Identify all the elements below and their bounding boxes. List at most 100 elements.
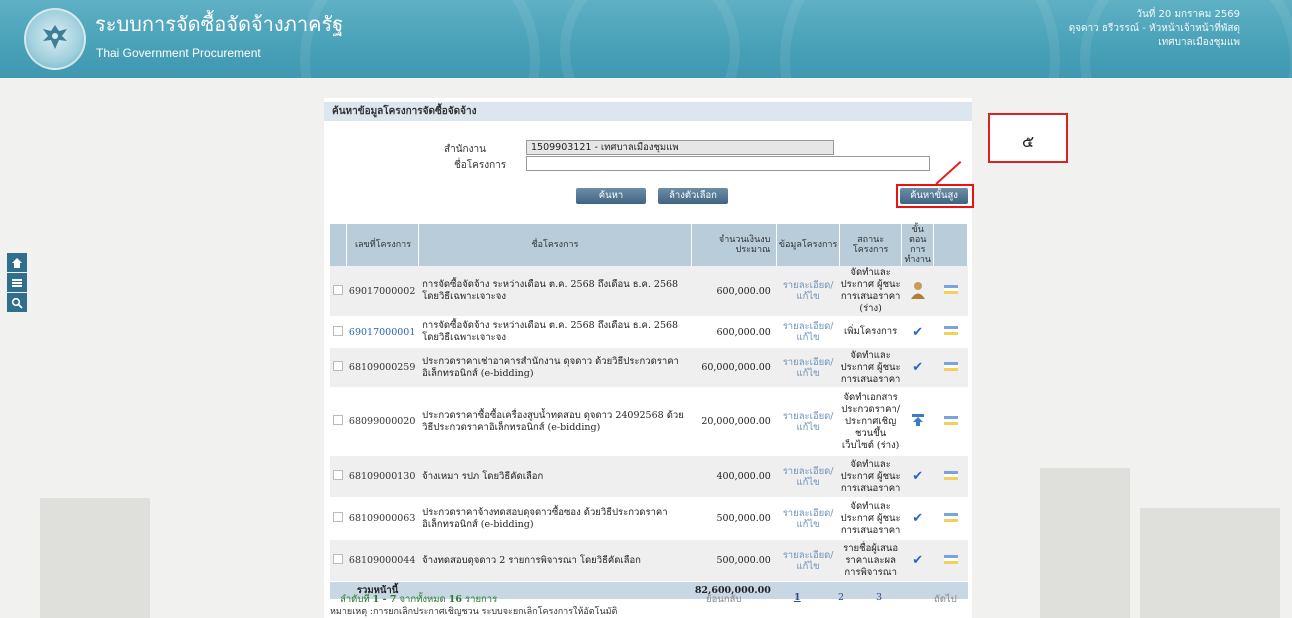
row-checkbox[interactable]	[333, 554, 344, 564]
page-2[interactable]: 2	[838, 592, 844, 603]
step-person-icon[interactable]	[901, 266, 934, 317]
page-3[interactable]: 3	[876, 592, 882, 603]
project-status: จัดทำเอกสารประกวดราคา/ประกาศเชิญชวนขึ้นเ…	[839, 387, 902, 456]
background-decoration	[40, 498, 150, 618]
background-decoration	[1140, 508, 1280, 618]
user-name: ดุจดาว ธรีวรรณ์ - หัวหน้าเจ้าหน้าที่พัสด…	[1068, 23, 1240, 34]
row-checkbox[interactable]	[333, 415, 344, 425]
project-number: 68109000063	[346, 497, 419, 540]
project-status: จัดทำและประกาศ ผู้ชนะการเสนอราคา	[839, 347, 902, 388]
header-status: สถานะโครงการ	[839, 224, 903, 266]
search-button[interactable]: ค้นหา	[576, 188, 646, 204]
search-panel: ค้นหาข้อมูลโครงการจัดซื้อจัดจ้าง สำนักงา…	[324, 98, 972, 618]
site-title-thai: ระบบการจัดซื้อจัดจ้างภาครัฐ	[95, 12, 344, 36]
edit-icon[interactable]	[943, 470, 958, 480]
detail-edit-link[interactable]: รายละเอียด/แก้ไข	[776, 539, 840, 582]
edit-icon[interactable]	[943, 285, 958, 294]
project-name: จ้างเหมา รปภ โดยวิธีคัดเลือก	[418, 455, 692, 498]
check-icon[interactable]: ✔	[912, 469, 923, 484]
project-name: จ้างทดสอบดุจดาว 2 รายการพิจารณา โดยวิธีค…	[418, 539, 692, 582]
project-number: 68099000020	[346, 387, 419, 456]
project-name: ประกวดราคาซื้อซื้อเครื่องสูบน้ำทดสอบ ดุจ…	[418, 387, 692, 456]
upload-icon[interactable]	[901, 387, 934, 456]
header-edit	[933, 224, 968, 266]
project-name-input[interactable]	[526, 156, 930, 171]
background-decoration	[1040, 468, 1130, 618]
row-checkbox[interactable]	[333, 325, 344, 336]
project-budget: 20,000,000.00	[691, 387, 777, 456]
detail-edit-link[interactable]: รายละเอียด/แก้ไข	[776, 455, 840, 498]
check-icon[interactable]: ✔	[912, 360, 923, 375]
project-status: จัดทำและประกาศ ผู้ชนะการเสนอราคา (ร่าง)	[839, 266, 902, 317]
table-row: 68109000130 จ้างเหมา รปภ โดยวิธีคัดเลือก…	[330, 455, 968, 498]
project-name: ประกวดราคาจ้างทดสอบดุจดาวซื้อซอง ด้วยวิธ…	[418, 497, 692, 540]
check-icon[interactable]: ✔	[912, 325, 923, 340]
user-info: วันที่ 20 มกราคม 2569 ดุจดาว ธรีวรรณ์ - …	[1069, 8, 1240, 50]
edit-icon[interactable]	[943, 512, 958, 522]
header-info: ข้อมูลโครงการ	[776, 224, 840, 266]
project-budget: 400,000.00	[691, 455, 777, 498]
detail-edit-link[interactable]: รายละเอียด/แก้ไข	[776, 266, 840, 317]
project-number-link[interactable]: 69017000001	[346, 316, 419, 348]
row-checkbox[interactable]	[333, 284, 344, 295]
prev-page[interactable]: ย้อนกลับ	[706, 592, 741, 607]
project-number: 69017000002	[346, 266, 419, 317]
site-header: ระบบการจัดซื้อจัดจ้างภาครัฐ Thai Governm…	[0, 0, 1292, 78]
search-icon[interactable]	[7, 293, 27, 312]
project-budget: 600,000.00	[691, 266, 777, 317]
project-table: เลขที่โครงการ ชื่อโครงการ จำนวนเงินงบประ…	[330, 224, 968, 600]
row-checkbox[interactable]	[333, 470, 344, 480]
project-number: 68109000259	[346, 347, 419, 388]
edit-icon[interactable]	[943, 415, 958, 425]
project-status: รายชื่อผู้เสนอราคาและผลการพิจารณา	[839, 539, 902, 582]
row-checkbox[interactable]	[333, 512, 344, 522]
header-project-name: ชื่อโครงการ	[418, 224, 693, 266]
office-label: สำนักงาน	[444, 144, 486, 155]
edit-icon[interactable]	[943, 326, 958, 335]
table-row: 69017000001 การจัดซื้อจัดจ้าง ระหว่างเดื…	[330, 316, 968, 348]
header-step: ขั้นตอนการทำงาน	[901, 224, 935, 266]
edit-icon[interactable]	[943, 554, 958, 564]
project-name: การจัดซื้อจัดจ้าง ระหว่างเดือน ต.ค. 2568…	[418, 266, 692, 317]
project-budget: 600,000.00	[691, 316, 777, 348]
table-row: 68109000259 ประกวดราคาเช่าอาคารสำนักงาน …	[330, 347, 968, 388]
project-name-label: ชื่อโครงการ	[454, 160, 507, 171]
project-budget: 500,000.00	[691, 497, 777, 540]
quick-toolbar	[7, 253, 27, 313]
project-status: จัดทำและประกาศ ผู้ชนะการเสนอราคา	[839, 455, 902, 498]
detail-edit-link[interactable]: รายละเอียด/แก้ไข	[776, 387, 840, 456]
clear-button[interactable]: ล้างตัวเลือก	[658, 188, 728, 204]
site-title-english: Thai Government Procurement	[96, 46, 261, 60]
table-row: 69017000002 การจัดซื้อจัดจ้าง ระหว่างเดื…	[330, 266, 968, 317]
project-number: 68109000044	[346, 539, 419, 582]
section-title: ค้นหาข้อมูลโครงการจัดซื้อจัดจ้าง	[324, 102, 972, 121]
table-row: 68099000020 ประกวดราคาซื้อซื้อเครื่องสูบ…	[330, 387, 968, 456]
detail-edit-link[interactable]: รายละเอียด/แก้ไข	[776, 347, 840, 388]
detail-edit-link[interactable]: รายละเอียด/แก้ไข	[776, 316, 840, 348]
project-name: การจัดซื้อจัดจ้าง ระหว่างเดือน ต.ค. 2568…	[418, 316, 692, 348]
office-field: 1509903121 - เทศบาลเมืองชุมแพ	[526, 140, 834, 155]
check-icon[interactable]: ✔	[912, 511, 923, 526]
project-number: 68109000130	[346, 455, 419, 498]
project-budget: 60,000,000.00	[691, 347, 777, 388]
project-name: ประกวดราคาเช่าอาคารสำนักงาน ดุจดาว ด้วยว…	[418, 347, 692, 388]
menu-icon[interactable]	[7, 273, 27, 292]
project-budget: 500,000.00	[691, 539, 777, 582]
detail-edit-link[interactable]: รายละเอียด/แก้ไข	[776, 497, 840, 540]
page-1[interactable]: 1	[794, 592, 801, 603]
header-budget: จำนวนเงินงบประมาณ	[691, 224, 778, 266]
header-checkbox-col	[330, 224, 348, 266]
garuda-logo	[24, 8, 86, 70]
row-checkbox[interactable]	[333, 361, 344, 371]
check-icon[interactable]: ✔	[912, 553, 923, 568]
table-row: 68109000063 ประกวดราคาจ้างทดสอบดุจดาวซื้…	[330, 497, 968, 540]
header-decoration	[780, 0, 1060, 78]
project-status: จัดทำและประกาศ ผู้ชนะการเสนอราคา	[839, 497, 902, 540]
advanced-search-highlight	[896, 184, 974, 208]
table-row: 68109000044 จ้างทดสอบดุจดาว 2 รายการพิจา…	[330, 539, 968, 582]
edit-icon[interactable]	[943, 361, 958, 371]
next-page[interactable]: ถัดไป	[934, 592, 957, 607]
header-decoration	[560, 0, 740, 78]
home-icon[interactable]	[7, 253, 27, 272]
note-text: หมายเหตุ :การยกเลิกประกาศเชิญชวน ระบบจะย…	[330, 607, 618, 617]
